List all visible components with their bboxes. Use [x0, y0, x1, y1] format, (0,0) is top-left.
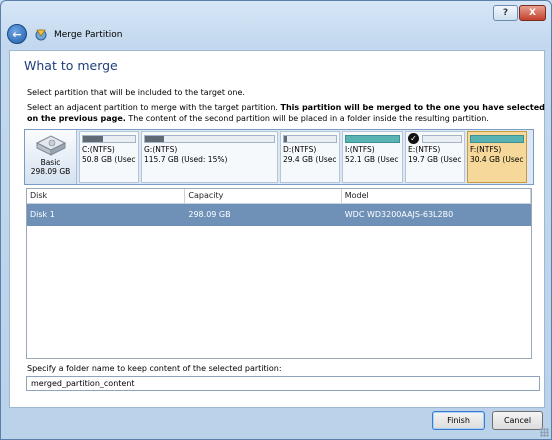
folder-name-input[interactable] — [26, 376, 540, 391]
table-header: Disk Capacity Model — [27, 189, 531, 204]
column-header-model[interactable]: Model — [342, 189, 531, 203]
merge-description: Select an adjacent partition to merge wi… — [27, 102, 547, 124]
page-title: What to merge — [24, 58, 118, 73]
partition-name: G:(NTFS) — [144, 145, 178, 154]
hard-disk-icon — [35, 135, 66, 156]
disk-summary[interactable]: Basic 298.09 GB — [25, 130, 77, 184]
partition-usage-bar — [82, 135, 136, 143]
disk-size-label: 298.09 GB — [30, 167, 71, 176]
wizard-content: What to merge Select partition that will… — [9, 50, 545, 408]
resize-grip-icon[interactable] — [540, 428, 549, 437]
partition-i[interactable]: I:(NTFS) 52.1 GB (Usec — [342, 131, 403, 183]
partition-usage-bar — [283, 135, 337, 143]
merge-description-part1: Select an adjacent partition to merge wi… — [27, 103, 278, 112]
disk-table: Disk Capacity Model Disk 1 298.09 GB WDC… — [26, 188, 532, 359]
partition-usage-bar — [345, 135, 400, 143]
partition-usage-bar — [144, 135, 275, 143]
partition-g[interactable]: G:(NTFS) 115.7 GB (Used: 15%) — [141, 131, 278, 183]
column-header-disk[interactable]: Disk — [27, 189, 186, 203]
table-row[interactable]: Disk 1 298.09 GB WDC WD3200AAJS-63L2B0 — [27, 204, 531, 226]
cell-model: WDC WD3200AAJS-63L2B0 — [344, 210, 454, 219]
partition-c[interactable]: C:(NTFS) 50.8 GB (Usec — [79, 131, 139, 183]
partition-d[interactable]: D:(NTFS) 29.4 GB (Usec — [280, 131, 340, 183]
partition-name: I:(NTFS) — [345, 145, 375, 154]
column-header-capacity[interactable]: Capacity — [185, 189, 342, 203]
partition-info: 30.4 GB (Usec — [470, 155, 524, 164]
partition-info: 52.1 GB (Usec — [345, 155, 399, 164]
merge-partition-app-icon — [35, 29, 47, 41]
partition-e[interactable]: ✓ E:(NTFS) 19.7 GB (Usec — [405, 131, 465, 183]
checkmark-icon: ✓ — [408, 133, 419, 144]
partition-f-selected[interactable]: F:(NTFS) 30.4 GB (Usec — [467, 131, 527, 183]
partition-name: D:(NTFS) — [283, 145, 317, 154]
close-button[interactable]: X — [519, 5, 546, 21]
cell-capacity: 298.09 GB — [188, 210, 231, 219]
partition-name: C:(NTFS) — [82, 145, 115, 154]
partition-name: E:(NTFS) — [408, 145, 441, 154]
partition-info: 50.8 GB (Usec — [82, 155, 136, 164]
instruction-text: Select partition that will be included t… — [27, 88, 245, 97]
window-title: Merge Partition — [54, 30, 123, 40]
partition-name: F:(NTFS) — [470, 145, 502, 154]
folder-name-label: Specify a folder name to keep content of… — [27, 364, 282, 373]
partition-usage-bar — [422, 135, 462, 143]
merge-description-part3: The content of the second partition will… — [128, 114, 489, 123]
partition-info: 29.4 GB (Usec — [283, 155, 337, 164]
disk-map: Basic 298.09 GB C:(NTFS) 50.8 GB (Usec G… — [24, 129, 534, 185]
partition-usage-bar — [470, 135, 524, 143]
back-arrow-icon[interactable]: ← — [7, 24, 27, 44]
merge-partition-window: ? X ← Merge Partition What to merge Sele… — [0, 0, 552, 440]
disk-type-label: Basic — [40, 158, 61, 167]
help-button[interactable]: ? — [493, 5, 518, 21]
partition-info: 115.7 GB (Used: 15%) — [144, 155, 228, 164]
finish-button[interactable]: Finish — [432, 411, 485, 430]
cell-disk: Disk 1 — [30, 210, 55, 219]
cancel-button[interactable]: Cancel — [492, 411, 543, 430]
partition-info: 19.7 GB (Usec — [408, 155, 462, 164]
